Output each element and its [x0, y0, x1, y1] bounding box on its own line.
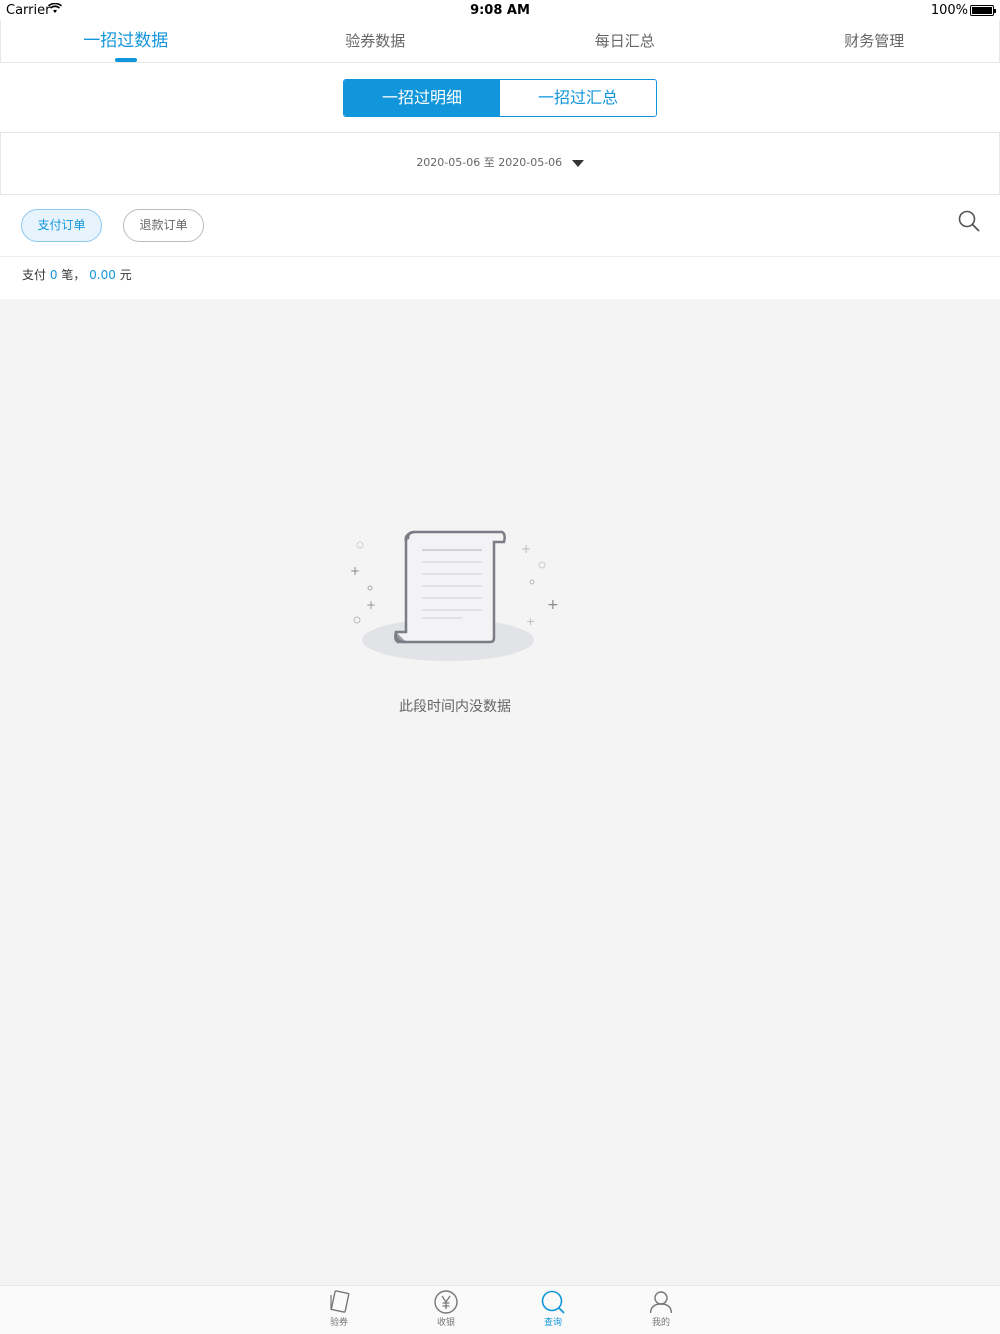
date-separator: 至: [483, 156, 495, 169]
clock: 9:08 AM: [470, 3, 530, 18]
tab-finance-management[interactable]: 财务管理: [750, 20, 1000, 62]
svg-text:+: +: [521, 542, 531, 556]
battery-icon: [970, 5, 996, 16]
user-icon: [649, 1291, 673, 1314]
segment-detail[interactable]: 一招过明细: [344, 80, 500, 116]
segmented-control: 一招过明细 一招过汇总: [343, 79, 657, 117]
tab-yizhaoguo-data[interactable]: 一招过数据: [1, 20, 251, 62]
segmented-area: 一招过明细 一招过汇总: [0, 63, 1000, 132]
summary-count-unit: 笔，: [61, 268, 86, 282]
yen-icon: [434, 1290, 458, 1314]
search-icon: [541, 1290, 565, 1314]
date-end: 2020-05-06: [498, 156, 563, 169]
tabbar-item-query[interactable]: 查询: [523, 1286, 583, 1334]
tab-daily-summary[interactable]: 每日汇总: [500, 20, 750, 62]
tabbar-label: 我的: [651, 1318, 670, 1328]
tab-voucher-data[interactable]: 验券数据: [251, 20, 501, 62]
svg-text:+: +: [547, 597, 559, 613]
tabbar-item-voucher[interactable]: 验券: [309, 1286, 369, 1334]
battery-percent: 100%: [930, 3, 968, 18]
summary-prefix: 支付: [22, 268, 47, 282]
tabbar-item-mine[interactable]: 我的: [631, 1286, 691, 1334]
status-bar: Carrier 9:08 AM 100%: [0, 0, 1000, 20]
tabbar-label: 收银: [436, 1318, 455, 1328]
summary-amount-unit: 元: [119, 268, 132, 282]
empty-state-message: 此段时间内没数据: [399, 699, 511, 715]
search-icon[interactable]: [958, 210, 980, 232]
tabbar-label: 验券: [329, 1318, 348, 1328]
svg-text:+: +: [350, 564, 360, 578]
tabbar-label: 查询: [543, 1318, 562, 1328]
svg-text:+: +: [366, 598, 376, 612]
date-start: 2020-05-06: [416, 156, 481, 169]
caret-down-icon: [571, 159, 584, 167]
tabbar-item-cashier[interactable]: 收银: [416, 1286, 476, 1334]
summary-count: 0: [49, 268, 58, 282]
top-tab-bar: 一招过数据 验券数据 每日汇总 财务管理: [0, 20, 1000, 63]
summary-row: 支付 0 笔， 0.00 元: [0, 257, 1000, 299]
filter-pay-orders[interactable]: 支付订单: [21, 209, 102, 242]
svg-text:+: +: [526, 615, 535, 628]
summary-amount: 0.00: [89, 268, 116, 282]
filter-refund-orders[interactable]: 退款订单: [123, 209, 204, 242]
segment-summary[interactable]: 一招过汇总: [500, 80, 656, 116]
bottom-tab-bar: 验券 收银 查询 我的: [0, 1285, 1000, 1334]
empty-scroll-icon: + + + + +: [350, 530, 559, 661]
filter-row: 支付订单 退款订单: [0, 195, 1000, 257]
ticket-icon: [330, 1290, 350, 1313]
date-range-picker[interactable]: 2020-05-06 至 2020-05-06: [0, 132, 1000, 195]
